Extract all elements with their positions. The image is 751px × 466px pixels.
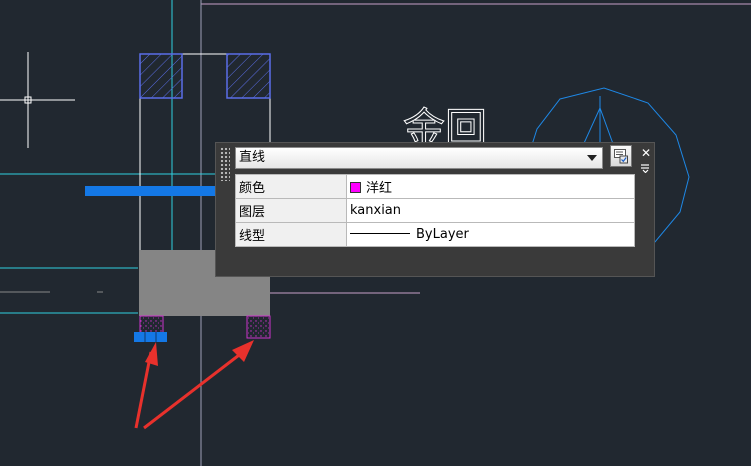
selected-line-highlight[interactable] (85, 186, 215, 196)
annotation-arrows (134, 340, 254, 430)
property-row-color[interactable]: 颜色 洋红 (235, 174, 635, 199)
hatch-block-left (139, 53, 183, 99)
properties-table: 颜色 洋红 图层 kanxian 线型 ByLayer (235, 174, 635, 247)
linetype-value: ByLayer (416, 227, 469, 242)
object-type-value: 直线 (239, 150, 266, 165)
magenta-pad-right (246, 315, 271, 339)
linetype-sample (350, 233, 410, 234)
close-icon[interactable]: ✕ (641, 147, 651, 159)
quick-select-icon (614, 149, 628, 164)
chevron-down-icon (587, 155, 597, 161)
property-value-linetype[interactable]: ByLayer (346, 222, 635, 247)
color-value: 洋红 (366, 181, 393, 196)
color-swatch (350, 182, 361, 193)
property-key: 图层 (235, 198, 347, 223)
property-value-layer[interactable]: kanxian (346, 198, 635, 223)
property-row-layer[interactable]: 图层 kanxian (235, 198, 635, 223)
property-key: 颜色 (235, 174, 347, 199)
property-row-linetype[interactable]: 线型 ByLayer (235, 222, 635, 247)
object-type-select[interactable]: 直线 (235, 147, 603, 169)
property-value-color[interactable]: 洋红 (346, 174, 635, 199)
quick-properties-panel: 直线 ✕ 颜色 洋红 图层 kanxian 线型 ByLayer (215, 142, 655, 277)
panel-grip-handle[interactable] (220, 147, 230, 181)
options-menu-icon[interactable] (641, 163, 651, 173)
arrow-head-left (145, 342, 158, 366)
quick-select-button[interactable] (610, 145, 632, 167)
blue-grip[interactable] (134, 332, 167, 342)
column-inner-lines (181, 54, 228, 98)
hatch-block-right (226, 53, 271, 99)
property-key: 线型 (235, 222, 347, 247)
